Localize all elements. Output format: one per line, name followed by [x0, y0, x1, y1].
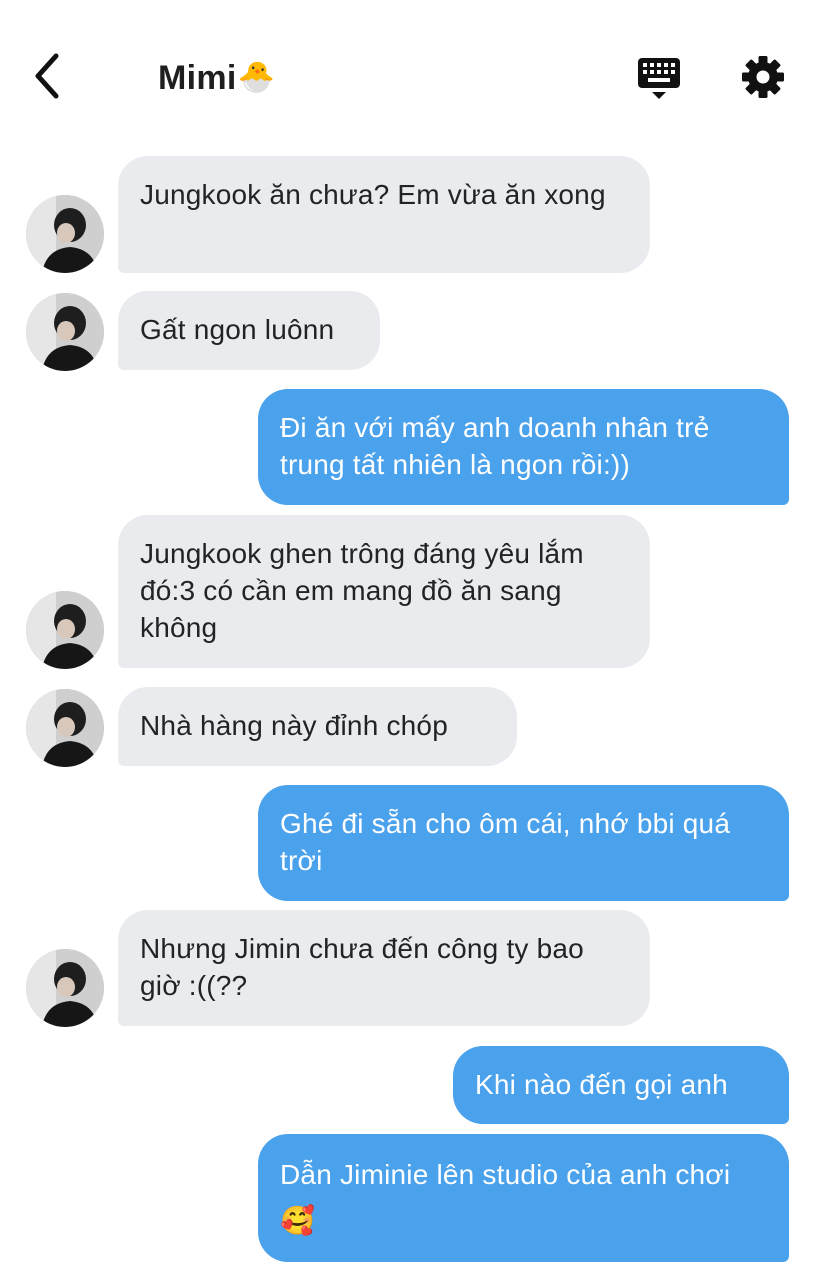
avatar[interactable]	[26, 293, 104, 371]
message-bubble-incoming[interactable]: Nhưng Jimin chưa đến công ty bao giờ :((…	[118, 910, 650, 1026]
message-text: Dẫn Jiminie lên studio của anh chơi	[280, 1159, 731, 1190]
message-bubble-outgoing[interactable]: Đi ăn với mấy anh doanh nhân trẻ trung t…	[258, 389, 789, 505]
message-text: Nhưng Jimin chưa đến công ty bao giờ :((…	[140, 933, 584, 1001]
message-text: Nhà hàng này đỉnh chóp	[140, 710, 448, 741]
message-bubble-outgoing[interactable]: Khi nào đến gọi anh	[453, 1046, 789, 1124]
profile-photo	[26, 195, 104, 273]
back-button[interactable]	[28, 52, 68, 100]
contact-name: Mimi	[158, 59, 237, 97]
profile-photo	[26, 293, 104, 371]
profile-photo	[26, 949, 104, 1027]
chat-title: Mimi🐣	[158, 58, 275, 98]
message-bubble-incoming[interactable]: Jungkook ghen trông đáng yêu lắm đó:3 có…	[118, 515, 650, 668]
message-text: Jungkook ghen trông đáng yêu lắm đó:3 có…	[140, 538, 584, 643]
message-text: Jungkook ăn chưa? Em vừa ăn xong	[140, 179, 606, 210]
profile-photo	[26, 591, 104, 669]
avatar[interactable]	[26, 195, 104, 273]
message-bubble-incoming[interactable]: Jungkook ăn chưa? Em vừa ăn xong	[118, 156, 650, 273]
message-bubble-incoming[interactable]: Gất ngon luônn	[118, 291, 380, 370]
message-bubble-outgoing[interactable]: Dẫn Jiminie lên studio của anh chơi 🥰	[258, 1134, 789, 1262]
smiling-face-with-hearts-emoji: 🥰	[280, 1205, 316, 1236]
message-bubble-incoming[interactable]: Nhà hàng này đỉnh chóp	[118, 687, 517, 766]
message-text: Khi nào đến gọi anh	[475, 1069, 728, 1100]
message-text: Đi ăn với mấy anh doanh nhân trẻ trung t…	[280, 412, 710, 480]
avatar[interactable]	[26, 591, 104, 669]
gear-icon	[742, 56, 784, 98]
message-bubble-outgoing[interactable]: Ghé đi sẵn cho ôm cái, nhớ bbi quá trời	[258, 785, 789, 901]
keyboard-button[interactable]	[636, 55, 682, 101]
avatar[interactable]	[26, 689, 104, 767]
hatching-chick-emoji: 🐣	[237, 61, 276, 94]
chevron-left-icon	[35, 53, 59, 99]
message-text: Ghé đi sẵn cho ôm cái, nhớ bbi quá trời	[280, 808, 731, 876]
chat-screen: Mimi🐣 Jungkook ăn chưa? Em vừa ăn xong G…	[0, 0, 815, 1280]
keyboard-icon	[638, 58, 680, 99]
profile-photo	[26, 689, 104, 767]
settings-button[interactable]	[740, 54, 786, 100]
message-text: Gất ngon luônn	[140, 314, 335, 345]
avatar[interactable]	[26, 949, 104, 1027]
chat-header: Mimi🐣	[0, 0, 815, 140]
